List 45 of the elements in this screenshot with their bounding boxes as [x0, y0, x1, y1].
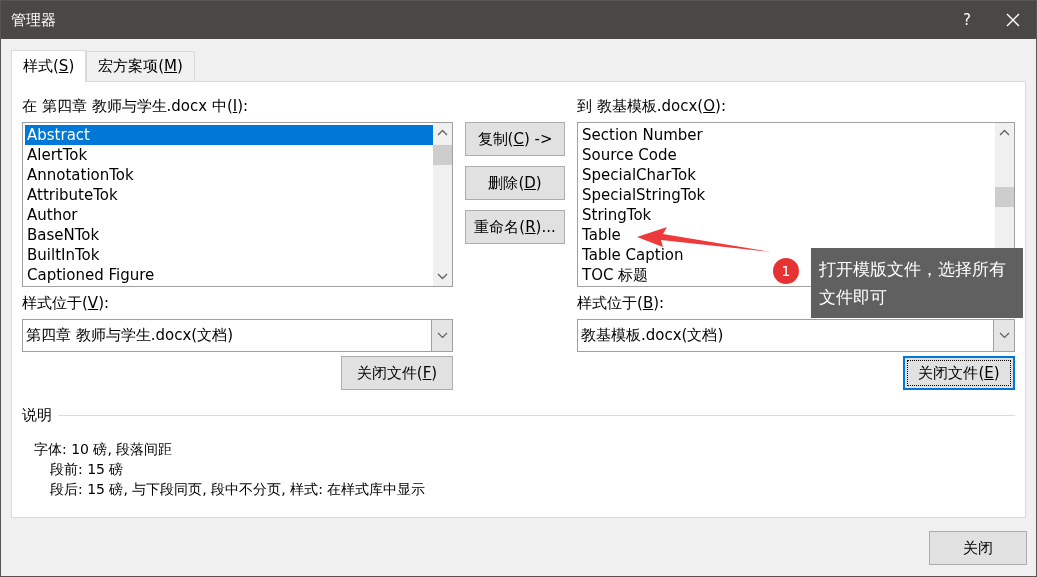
chevron-down-icon	[998, 332, 1010, 339]
scrollbar[interactable]	[433, 123, 452, 286]
list-item[interactable]: AttributeTok	[25, 185, 433, 205]
close-file-button[interactable]: 关闭文件(E)	[903, 356, 1015, 390]
tab[interactable]: 宏方案项(M)	[86, 51, 195, 81]
description-text: 段后: 15 磅, 与下段同页, 段中不分页, 样式: 在样式库中显示	[49, 479, 427, 499]
action-button[interactable]: 重命名(R)...	[465, 210, 565, 244]
list-label: 在 第四章 教师与学生.docx 中(I):	[22, 96, 250, 116]
list-item[interactable]: SpecialCharTok	[580, 165, 995, 185]
tab[interactable]: 样式(S)	[11, 50, 87, 82]
close-icon	[1006, 13, 1020, 27]
close-dialog-button[interactable]: 关闭	[929, 531, 1027, 565]
section-title: 说明	[22, 405, 52, 426]
description-text: 字体: 10 磅, 段落间距	[33, 439, 174, 459]
list-item[interactable]: Section Number	[580, 125, 995, 145]
window-title: 管理器	[11, 9, 56, 31]
dropdown-label: 样式位于(V):	[22, 293, 110, 313]
list-item[interactable]: AlertTok	[25, 145, 433, 165]
document-dropdown[interactable]: 第四章 教师与学生.docx(文档)	[22, 319, 453, 352]
scroll-down-icon[interactable]	[437, 273, 448, 280]
style-list[interactable]: Abstract AlertTok AnnotationTok AttributeTok Author BaseNTok BuiltInTok Captioned Figure	[22, 122, 453, 287]
list-item[interactable]: StringTok	[580, 205, 995, 225]
list-item[interactable]: Captioned Figure	[25, 265, 433, 285]
action-button[interactable]: 复制(C) ->	[465, 122, 565, 156]
scroll-up-icon[interactable]	[437, 129, 448, 136]
chevron-down-icon	[436, 332, 448, 339]
scroll-up-icon[interactable]	[999, 129, 1010, 136]
scroll-thumb[interactable]	[433, 145, 452, 165]
scroll-thumb[interactable]	[995, 187, 1014, 207]
help-button[interactable]: ?	[944, 1, 990, 39]
dropdown-label: 样式位于(B):	[577, 293, 665, 313]
action-button[interactable]: 删除(D)	[465, 166, 565, 200]
list-item[interactable]: BuiltInTok	[25, 245, 433, 265]
list-label: 到 教基模板.docx(O):	[577, 96, 727, 116]
list-item[interactable]: Table	[580, 225, 995, 245]
list-item[interactable]: Author	[25, 205, 433, 225]
list-item[interactable]: BaseNTok	[25, 225, 433, 245]
list-item[interactable]: AnnotationTok	[25, 165, 433, 185]
list-item[interactable]: SpecialStringTok	[580, 185, 995, 205]
document-dropdown[interactable]: 教基模板.docx(文档)	[577, 319, 1015, 352]
list-item[interactable]: Abstract	[25, 125, 433, 145]
close-file-button[interactable]: 关闭文件(F)	[341, 356, 453, 390]
description-text: 段前: 15 磅	[49, 459, 125, 479]
tooltip: 打开模版文件，选择所有文件即可	[811, 248, 1023, 318]
list-item[interactable]: Source Code	[580, 145, 995, 165]
